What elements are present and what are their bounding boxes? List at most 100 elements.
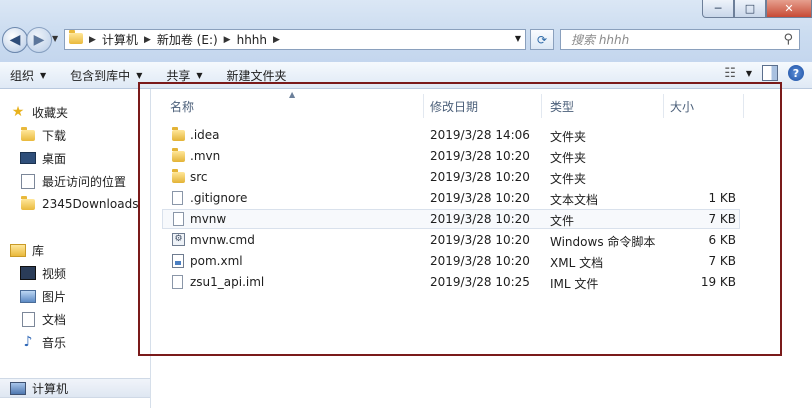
forward-arrow-icon: ▶ (33, 32, 45, 48)
back-arrow-icon: ◀ (9, 32, 21, 48)
breadcrumb-computer[interactable]: 计算机 (102, 31, 138, 48)
computer-icon (10, 380, 26, 396)
file-type: 文件夹 (550, 130, 587, 144)
search-placeholder: 搜索 hhhh (571, 33, 630, 47)
sidebar-libraries[interactable]: 库 (10, 240, 44, 260)
folder-icon (172, 127, 185, 141)
breadcrumb-hhhh[interactable]: hhhh (237, 33, 267, 47)
new-folder-button[interactable]: 新建文件夹 (217, 64, 297, 86)
file-modified: 2019/3/28 14:06 (430, 128, 530, 142)
view-options-dropdown-icon[interactable]: ▼ (746, 69, 752, 78)
file-modified: 2019/3/28 10:25 (430, 275, 530, 289)
search-input[interactable]: 搜索 hhhh ⚲ (560, 29, 800, 50)
folder-icon (69, 29, 83, 47)
sidebar-item-pictures[interactable]: 图片 (20, 286, 66, 306)
file-row[interactable]: .gitignore 2019/3/28 10:20 文本文档 1 KB (162, 188, 740, 208)
file-type: 文件 (550, 214, 575, 228)
address-dropdown-icon[interactable]: ▼ (515, 34, 521, 43)
forward-button[interactable]: ▶ (26, 27, 52, 53)
column-header-size[interactable]: 大小 (664, 94, 744, 118)
sidebar-favorites[interactable]: ★ 收藏夹 (10, 102, 68, 122)
breadcrumb-drive-e[interactable]: 新加卷 (E:) (157, 31, 218, 48)
new-folder-label: 新建文件夹 (226, 68, 287, 83)
column-label: 大小 (670, 99, 695, 114)
share-button[interactable]: 共享 ▼ (156, 64, 212, 86)
maximize-button[interactable]: □ (734, 0, 766, 18)
star-icon: ★ (11, 104, 25, 120)
refresh-icon: ⟳ (536, 32, 548, 47)
file-row[interactable]: ⚙ mvnw.cmd 2019/3/28 10:20 Windows 命令脚本 … (162, 230, 740, 250)
breadcrumb-separator-icon[interactable]: ▶ (144, 35, 151, 45)
sidebar-item-downloads[interactable]: 下载 (20, 125, 66, 145)
download-folder-icon (20, 126, 36, 143)
organize-button[interactable]: 组织 ▼ (0, 64, 56, 86)
file-row[interactable]: pom.xml 2019/3/28 10:20 XML 文档 7 KB (162, 251, 740, 271)
file-type: 文件夹 (550, 172, 587, 186)
folder-icon (172, 169, 185, 183)
change-view-icon[interactable]: ☷ (724, 66, 736, 81)
breadcrumb-separator-icon[interactable]: ▶ (273, 35, 280, 45)
picture-icon (20, 288, 36, 304)
file-name: .idea (190, 128, 220, 142)
file-name: pom.xml (190, 254, 243, 268)
column-label: 类型 (550, 99, 575, 114)
file-name: .gitignore (190, 191, 248, 205)
file-row[interactable]: mvnw 2019/3/28 10:20 文件 7 KB (162, 209, 740, 229)
column-header-name[interactable]: 名称 (162, 94, 424, 118)
file-name: mvnw.cmd (190, 233, 255, 247)
sidebar-item-label: 图片 (42, 289, 67, 304)
recent-pages-dropdown-icon[interactable]: ▼ (52, 34, 58, 43)
navigation-pane: ★ 收藏夹 下载 桌面 最近访问的位置 2345Downloads 库 视频 图… (0, 89, 151, 408)
include-library-label: 包含到库中 (70, 68, 131, 83)
breadcrumb-separator-icon[interactable]: ▶ (224, 35, 231, 45)
include-in-library-button[interactable]: 包含到库中 ▼ (60, 64, 152, 86)
sidebar-item-videos[interactable]: 视频 (20, 263, 66, 283)
window-controls: ─ □ ✕ (702, 0, 812, 18)
help-icon[interactable]: ? (788, 65, 804, 81)
breadcrumb-separator-icon[interactable]: ▶ (89, 35, 96, 45)
organize-label: 组织 (10, 68, 35, 83)
close-button[interactable]: ✕ (766, 0, 812, 18)
library-icon (10, 242, 26, 258)
back-button[interactable]: ◀ (2, 27, 28, 53)
sidebar-item-label: 下载 (42, 128, 67, 143)
sidebar-item-computer[interactable]: 计算机 (0, 378, 150, 398)
search-icon[interactable]: ⚲ (783, 32, 793, 47)
sidebar-item-recent-places[interactable]: 最近访问的位置 (20, 171, 126, 191)
toolbar-right-group: ☷ ▼ ? (724, 65, 804, 81)
file-modified: 2019/3/28 10:20 (430, 254, 530, 268)
folder-icon (20, 195, 36, 212)
file-size: 7 KB (708, 254, 736, 268)
file-modified: 2019/3/28 10:20 (430, 233, 530, 247)
sidebar-item-label: 最近访问的位置 (42, 174, 127, 189)
sidebar-item-2345downloads[interactable]: 2345Downloads (20, 194, 138, 214)
sidebar-item-label: 收藏夹 (32, 105, 69, 120)
column-header-type[interactable]: 类型 (542, 94, 664, 118)
folder-icon (172, 148, 185, 162)
file-icon (172, 191, 183, 205)
file-size: 1 KB (708, 191, 736, 205)
minimize-button[interactable]: ─ (702, 0, 734, 18)
file-row[interactable]: zsu1_api.iml 2019/3/28 10:25 IML 文件 19 K… (162, 272, 740, 292)
sidebar-item-desktop[interactable]: 桌面 (20, 148, 66, 168)
sidebar-item-label: 桌面 (42, 151, 67, 166)
column-header-modified[interactable]: 修改日期 (424, 94, 542, 118)
xml-file-icon (172, 254, 184, 268)
column-label: 名称 (170, 99, 195, 114)
sidebar-item-label: 视频 (42, 266, 67, 281)
chevron-down-icon: ▼ (40, 70, 47, 80)
sidebar-item-documents[interactable]: 文档 (20, 309, 66, 329)
preview-pane-icon[interactable] (762, 65, 778, 81)
file-row[interactable]: src 2019/3/28 10:20 文件夹 (162, 167, 740, 187)
file-row[interactable]: .idea 2019/3/28 14:06 文件夹 (162, 125, 740, 145)
sidebar-item-label: 计算机 (32, 381, 69, 396)
sidebar-item-music[interactable]: ♪ 音乐 (20, 332, 66, 352)
file-type: Windows 命令脚本 (550, 235, 656, 249)
refresh-button[interactable]: ⟳ (530, 29, 554, 50)
desktop-icon (20, 150, 36, 166)
address-bar[interactable]: ▶ 计算机 ▶ 新加卷 (E:) ▶ hhhh ▶ ▼ (64, 29, 526, 50)
file-row[interactable]: .mvn 2019/3/28 10:20 文件夹 (162, 146, 740, 166)
column-label: 修改日期 (430, 99, 479, 114)
sidebar-item-label: 文档 (42, 312, 67, 327)
video-icon (20, 265, 36, 281)
